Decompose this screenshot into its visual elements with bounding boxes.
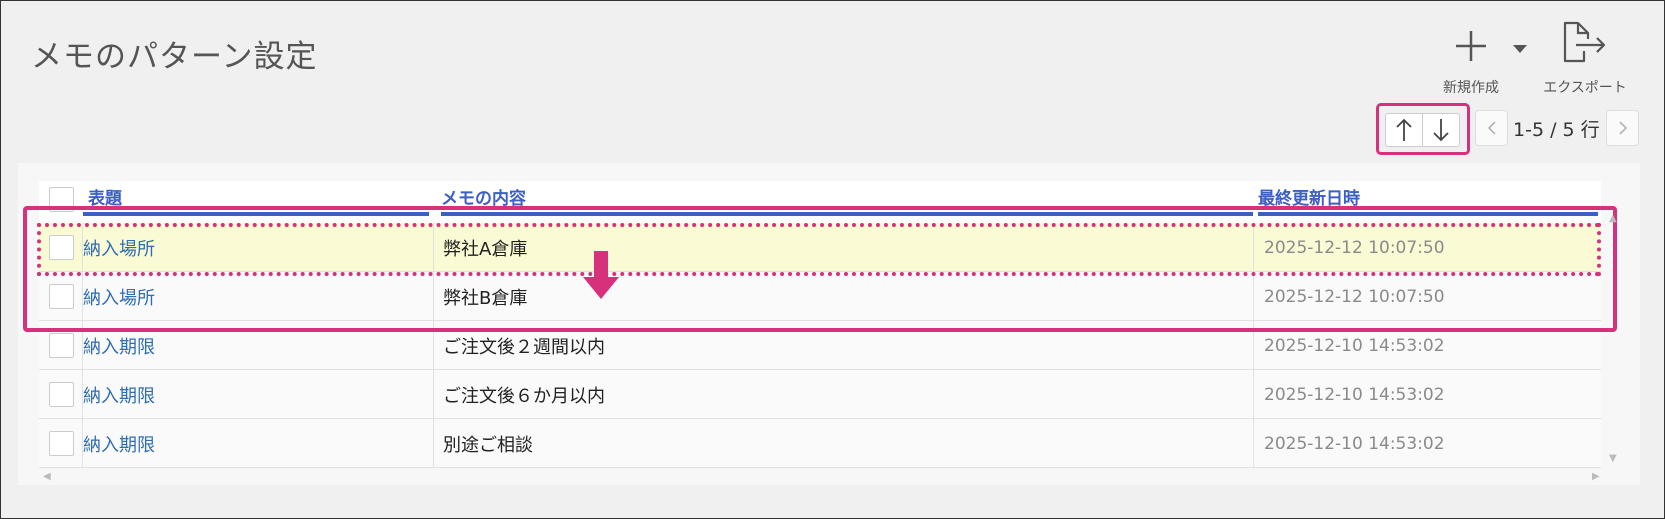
new-button[interactable]: 新規作成	[1433, 17, 1509, 97]
app-window: メモのパターン設定 新規作成 エクスポート 1-5 / 5 行 表題 メモの内容…	[0, 0, 1665, 519]
new-button-label: 新規作成	[1443, 80, 1499, 96]
export-icon	[1534, 17, 1636, 63]
page-range: 1-5 / 5 行	[1513, 119, 1600, 141]
plus-icon	[1433, 17, 1509, 63]
page-title: メモのパターン設定	[31, 39, 318, 75]
move-up-button[interactable]	[1385, 113, 1423, 147]
column-divider	[433, 370, 434, 419]
table-row[interactable]: 納入期限 ご注文後６か月以内 2025-12-10 14:53:02	[39, 370, 1601, 419]
row-updated: 2025-12-10 14:53:02	[1264, 433, 1445, 454]
arrow-up-icon	[1396, 118, 1412, 141]
export-button-label: エクスポート	[1543, 80, 1627, 96]
next-page-button[interactable]	[1606, 110, 1639, 146]
prev-page-button[interactable]	[1475, 110, 1508, 146]
scroll-right-icon[interactable]: ▶	[1592, 471, 1600, 482]
column-divider	[1253, 419, 1254, 468]
caret-down-icon[interactable]	[1513, 39, 1527, 58]
scroll-up-icon[interactable]: ▲	[1609, 213, 1617, 224]
dragged-row-highlight	[37, 223, 1601, 276]
row-content: ご注文後６か月以内	[443, 385, 605, 407]
sort-order-group	[1376, 103, 1470, 155]
row-title-link[interactable]: 納入期限	[83, 370, 155, 419]
arrow-down-icon	[1433, 119, 1449, 142]
export-button[interactable]: エクスポート	[1534, 17, 1636, 97]
table-row[interactable]: 納入期限 別途ご相談 2025-12-10 14:53:02	[39, 419, 1601, 468]
column-divider	[1253, 370, 1254, 419]
row-updated: 2025-12-10 14:53:02	[1264, 384, 1445, 405]
chevron-left-icon	[1487, 121, 1496, 135]
move-down-button[interactable]	[1422, 113, 1460, 147]
row-checkbox[interactable]	[49, 333, 74, 358]
row-content: 別途ご相談	[443, 434, 533, 456]
arrow-down-icon	[581, 251, 621, 305]
scroll-left-icon[interactable]: ◀	[43, 471, 51, 482]
row-checkbox[interactable]	[49, 431, 74, 456]
scroll-down-icon[interactable]: ▼	[1609, 453, 1617, 464]
row-checkbox[interactable]	[49, 382, 74, 407]
chevron-right-icon	[1618, 121, 1627, 135]
row-title-link[interactable]: 納入期限	[83, 419, 155, 468]
column-divider	[433, 419, 434, 468]
